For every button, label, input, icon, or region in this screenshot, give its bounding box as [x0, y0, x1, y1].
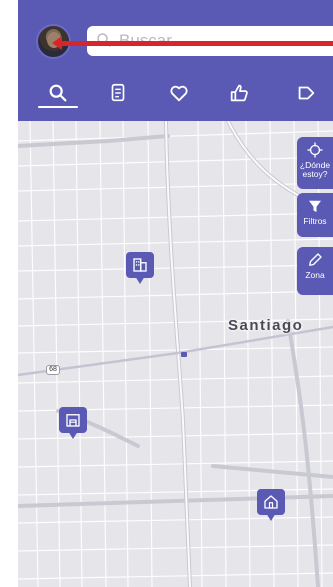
tab-offers[interactable] [288, 78, 324, 108]
pencil-icon [309, 253, 322, 266]
map-view[interactable]: Santiago 68 ¿Dónde estoy? Filtros Zona [18, 121, 333, 587]
route-shield: 68 [46, 365, 60, 375]
where-am-i-label-line2: estoy? [302, 169, 328, 179]
building-icon [133, 258, 147, 272]
tab-recommended[interactable] [221, 78, 257, 108]
tab-search[interactable] [40, 78, 76, 108]
thumbs-up-icon [230, 84, 248, 102]
receipt-icon [111, 83, 125, 102]
tab-bar [18, 78, 333, 112]
search-icon [97, 33, 111, 47]
map-pin-building[interactable] [126, 252, 154, 286]
active-tab-indicator [38, 106, 78, 108]
annotation-arrow [52, 36, 333, 50]
map-pin-house[interactable] [257, 489, 285, 523]
zone-label: Zona [305, 270, 325, 280]
city-label: Santiago [228, 317, 304, 334]
heart-icon [170, 85, 188, 102]
house-icon [264, 495, 278, 509]
warehouse-icon [66, 414, 80, 427]
search-icon [49, 84, 67, 102]
tab-listings[interactable] [100, 78, 136, 108]
filters-label: Filtros [303, 216, 327, 226]
app-screen: Santiago 68 [18, 0, 333, 587]
funnel-icon [309, 200, 321, 212]
street-map [18, 121, 333, 587]
where-am-i-label: ¿Dónde estoy? [300, 161, 330, 179]
map-pin-warehouse[interactable] [59, 407, 87, 441]
where-am-i-button[interactable]: ¿Dónde estoy? [297, 137, 333, 189]
zone-button[interactable]: Zona [297, 247, 333, 295]
tab-favorites[interactable] [161, 78, 197, 108]
tag-icon [298, 86, 315, 100]
crosshair-icon [307, 142, 323, 158]
filters-button[interactable]: Filtros [297, 193, 333, 237]
top-bar [18, 0, 333, 121]
